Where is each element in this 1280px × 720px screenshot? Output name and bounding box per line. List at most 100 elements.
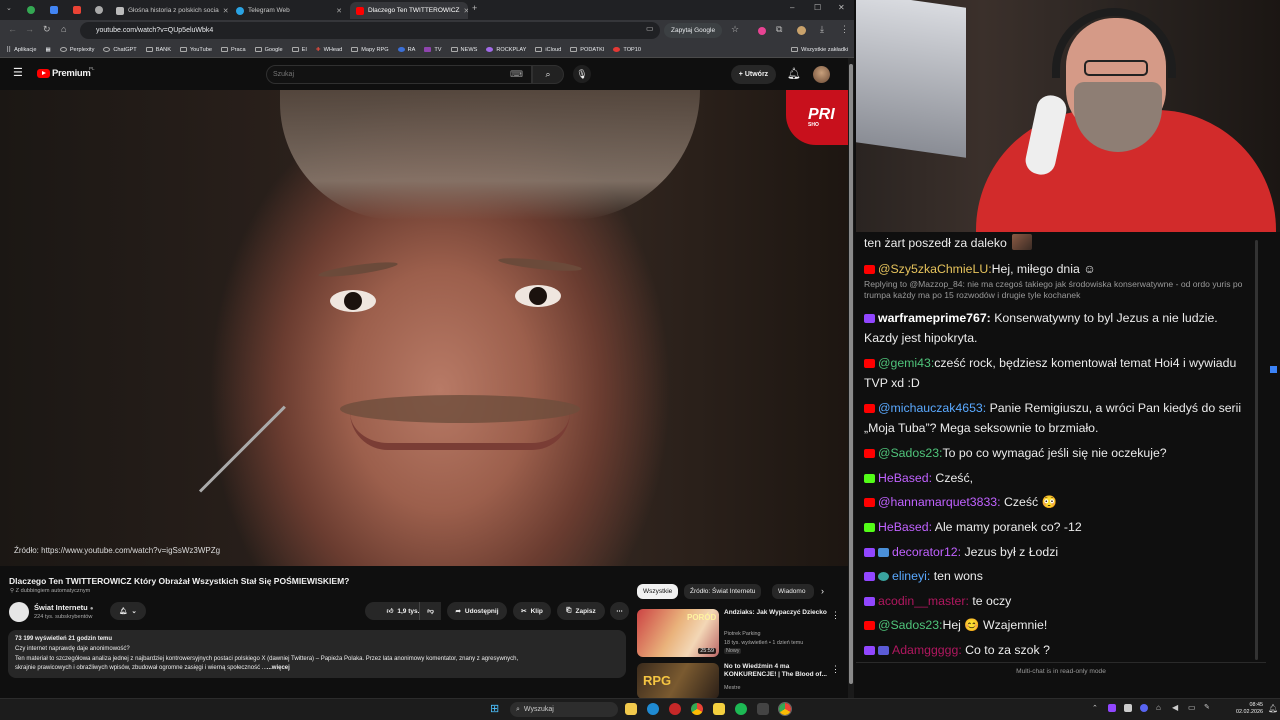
chip-all[interactable]: Wszystkie xyxy=(637,584,679,599)
home-icon[interactable]: ⌂ xyxy=(61,24,66,34)
bookmark-item[interactable]: RA xyxy=(397,47,415,53)
extensions-icon[interactable]: ⧉ xyxy=(776,24,782,35)
download-manager-icon[interactable] xyxy=(757,703,769,715)
clip-button[interactable]: ✂ Klip xyxy=(513,602,551,620)
ask-google-button[interactable]: Zapytaj Google xyxy=(664,23,723,38)
battery-icon[interactable]: ▭ xyxy=(1188,703,1196,712)
bookmark-folder[interactable]: BANK xyxy=(145,47,171,53)
bookmark-item[interactable]: ChatGPT xyxy=(103,47,137,53)
tab-list-icon[interactable]: ⌄ xyxy=(6,4,12,12)
tab-youtube-video[interactable]: Dlaczego Ten TWITTEROWICZ ✕ xyxy=(350,2,468,19)
edge-icon[interactable] xyxy=(647,703,659,715)
maximize-icon[interactable]: ☐ xyxy=(814,3,821,12)
bookmark-item[interactable]: ROCKPLAY xyxy=(486,47,526,53)
tray-app-icon[interactable] xyxy=(1140,704,1148,712)
video-player[interactable]: PRI SHO Źródło: https://www.youtube.com/… xyxy=(0,90,848,566)
bookmark-folder[interactable]: Mapy RPG xyxy=(351,47,389,53)
opera-icon[interactable] xyxy=(669,703,681,715)
channel-name[interactable]: Świat Internetu ● xyxy=(34,603,93,612)
chat-username[interactable]: acodin__master: xyxy=(878,594,969,608)
chip-source-channel[interactable]: Źródło: Świat Internetu xyxy=(684,584,762,599)
language-icon[interactable]: ✎ xyxy=(1204,703,1210,711)
account-avatar[interactable] xyxy=(813,66,830,83)
profile-avatar[interactable] xyxy=(797,26,806,35)
bookmark-item[interactable]: ▦ xyxy=(46,47,51,53)
chrome-icon[interactable] xyxy=(691,703,703,715)
more-vert-icon[interactable]: ⋮ xyxy=(831,610,840,621)
more-vert-icon[interactable]: ⋮ xyxy=(831,664,840,675)
bookmark-item[interactable]: Perplexity xyxy=(59,47,94,53)
reload-icon[interactable]: ↻ xyxy=(43,24,51,35)
chat-username[interactable]: warframeprime767: xyxy=(878,311,991,325)
app-icon[interactable] xyxy=(27,6,35,14)
chat-username[interactable]: @Sados23: xyxy=(878,446,942,460)
forward-icon[interactable]: → xyxy=(25,24,34,34)
bookmark-folder[interactable]: PODATKI xyxy=(570,47,604,53)
notes-icon[interactable] xyxy=(713,703,725,715)
search-button[interactable]: ⌕ xyxy=(532,65,564,84)
create-button[interactable]: + Utwórz xyxy=(731,65,776,84)
bookmark-item[interactable]: ✚ WHead xyxy=(316,47,342,53)
notification-bell-icon[interactable]: 🔔︎ xyxy=(1268,704,1278,713)
windows-start-icon[interactable]: ⊞ xyxy=(490,703,499,715)
notifications-bell-icon[interactable]: 🔔︎ xyxy=(787,67,801,80)
bookmark-item[interactable]: TV xyxy=(424,47,442,53)
bookmark-folder[interactable]: Praca xyxy=(220,47,246,53)
app-icon[interactable] xyxy=(73,6,81,14)
minimize-icon[interactable]: – xyxy=(790,3,794,12)
chevron-up-icon[interactable]: ⌃ xyxy=(1092,704,1098,712)
close-icon[interactable]: ✕ xyxy=(336,7,342,15)
bookmark-folder[interactable]: YouTube xyxy=(179,47,212,53)
dislike-button[interactable]: 👎︎ xyxy=(419,602,441,620)
chat-username[interactable]: decorator12: xyxy=(892,545,961,559)
app-icon[interactable] xyxy=(95,6,103,14)
menu-icon[interactable]: ⋮ xyxy=(840,24,849,35)
show-more-link[interactable]: ...więcej xyxy=(267,665,290,671)
back-icon[interactable]: ← xyxy=(8,24,17,34)
taskbar-clock[interactable]: 08:45 02.02.2026 xyxy=(1236,702,1263,716)
chat-username[interactable]: @michauczak4653: xyxy=(878,401,986,415)
new-tab-icon[interactable]: + xyxy=(472,3,477,13)
chat-username[interactable]: HeBased: xyxy=(878,520,932,534)
bookmark-folder[interactable]: NEWS xyxy=(450,47,477,53)
save-button[interactable]: ⎗ Zapisz xyxy=(557,602,605,620)
chat-username[interactable]: @Sados23: xyxy=(878,618,942,632)
tab-glosna-historia[interactable]: Głośna historia z polskich socia ✕ xyxy=(110,2,228,19)
tab-telegram[interactable]: Telegram Web ✕ xyxy=(230,2,348,19)
search-input[interactable]: Szukaj ⌨ xyxy=(266,65,532,84)
tray-app-icon[interactable] xyxy=(1124,704,1132,712)
window-close-icon[interactable]: ✕ xyxy=(838,3,845,12)
bookmark-item[interactable]: TOP10 xyxy=(613,47,641,53)
chat-scrollbar[interactable] xyxy=(1255,240,1258,660)
download-icon[interactable]: ⤓ xyxy=(820,24,824,35)
subscription-bell-button[interactable]: 🔔︎ ⌄ xyxy=(110,602,146,620)
close-icon[interactable]: ✕ xyxy=(464,7,469,15)
hamburger-menu-icon[interactable]: ☰ xyxy=(13,66,23,79)
bookmark-folder[interactable]: Google xyxy=(254,47,283,53)
youtube-premium-wordmark[interactable]: Premium xyxy=(52,68,91,79)
chat-username[interactable]: @Szy5zkaChmieLU: xyxy=(878,262,992,276)
spotify-icon[interactable] xyxy=(735,703,747,715)
more-actions-button[interactable]: ⋯ xyxy=(610,602,629,620)
chip-news[interactable]: Wiadomo xyxy=(772,584,814,599)
chat-username[interactable]: Adamggggg: xyxy=(892,643,962,657)
chat-username[interactable]: HeBased: xyxy=(878,471,932,485)
app-icon[interactable] xyxy=(50,6,58,14)
file-explorer-icon[interactable] xyxy=(625,703,637,715)
address-bar[interactable]: youtube.com/watch?v=QUp5eluWbk4 xyxy=(80,22,660,39)
channel-avatar[interactable] xyxy=(9,602,29,622)
bookmark-folder[interactable]: iCloud xyxy=(535,47,561,53)
chevron-right-icon[interactable]: › xyxy=(821,586,824,596)
cast-icon[interactable]: ▭ xyxy=(646,24,654,33)
description-box[interactable]: 73 199 wyświetleń 21 godzin temu Czy int… xyxy=(8,630,626,678)
share-button[interactable]: ➦ Udostępnij xyxy=(447,602,507,620)
keyboard-icon[interactable]: ⌨ xyxy=(510,69,523,80)
chrome-active-icon[interactable] xyxy=(778,702,792,716)
chat-username[interactable]: elineyi: xyxy=(892,569,930,583)
all-bookmarks-folder[interactable]: Wszystkie zakładki xyxy=(791,47,854,53)
youtube-logo-icon[interactable] xyxy=(37,69,50,78)
taskbar-search[interactable]: ⌕ Wyszukaj xyxy=(510,702,618,717)
bookmark-star-icon[interactable]: ☆ xyxy=(731,24,739,35)
network-icon[interactable]: ⌂ xyxy=(1156,703,1161,712)
volume-icon[interactable]: ◀ xyxy=(1172,703,1178,712)
